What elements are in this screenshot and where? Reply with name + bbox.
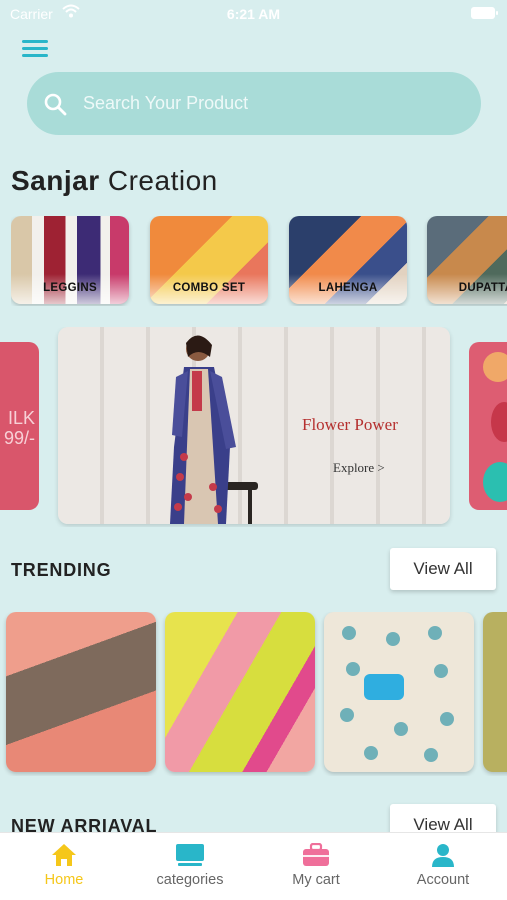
banner-decoration [483, 462, 507, 502]
category-label: COMBO SET [172, 282, 246, 294]
banner-slide-current[interactable]: Flower Power Explore > [58, 327, 450, 524]
category-card-lahenga[interactable]: LAHENGA [289, 216, 407, 304]
tab-home[interactable]: Home [1, 833, 127, 900]
brand-name-second: Creation [107, 165, 218, 196]
home-icon [52, 844, 76, 866]
product-card[interactable] [324, 612, 474, 772]
category-label: LAHENGA [318, 282, 378, 294]
product-card[interactable] [483, 612, 507, 772]
status-time: 6:21 AM [226, 6, 281, 22]
search-bar[interactable] [27, 72, 481, 135]
category-label: LEGGINS [43, 282, 97, 294]
product-card[interactable] [6, 612, 156, 772]
search-icon [44, 93, 67, 116]
category-card-dupatta[interactable]: DUPATTA [427, 216, 507, 304]
tab-label: categories [156, 872, 224, 888]
search-input[interactable] [83, 72, 463, 135]
banner-model-image [170, 335, 258, 524]
brand-title: Sanjar Creation [11, 165, 218, 197]
banner-explore-link[interactable]: Explore > [333, 460, 385, 476]
banner-slide-previous[interactable]: ILK 99/- [0, 342, 39, 510]
banner-promo-text: ILK 99/- [4, 408, 35, 448]
tab-categories[interactable]: categories [127, 833, 253, 900]
tab-account[interactable]: Account [380, 833, 506, 900]
tab-label: Home [44, 872, 84, 888]
account-icon [432, 844, 454, 867]
brand-name-first: Sanjar [11, 165, 100, 196]
tab-label: My cart [292, 872, 340, 888]
banner-carousel[interactable]: ILK 99/- Flower Power Explore > [0, 327, 507, 527]
tab-label: Account [416, 872, 470, 888]
banner-heading: Flower Power [302, 415, 398, 434]
category-label: DUPATTA [458, 282, 507, 294]
promo-line: 99/- [3, 428, 35, 448]
battery-icon [471, 7, 498, 19]
banner-slide-next[interactable] [469, 342, 507, 510]
trending-heading: TRENDING [11, 560, 112, 580]
trending-view-all-button[interactable]: View All [390, 548, 496, 590]
cart-icon [303, 843, 329, 866]
banner-decoration [483, 352, 507, 382]
status-bar: Carrier 6:21 AM [0, 0, 507, 28]
category-carousel[interactable]: LEGGINS COMBO SET LAHENGA DUPATTA [11, 216, 507, 306]
categories-icon [176, 844, 204, 866]
category-card-combo-set[interactable]: COMBO SET [150, 216, 268, 304]
category-card-leggins[interactable]: LEGGINS [11, 216, 129, 304]
trending-product-list[interactable] [0, 612, 507, 776]
banner-decoration [491, 402, 507, 442]
menu-icon[interactable] [22, 40, 48, 60]
tab-my-cart[interactable]: My cart [253, 833, 379, 900]
promo-line: ILK [7, 408, 35, 428]
bottom-tab-bar: Home categories My cart Account [0, 832, 507, 900]
product-card[interactable] [165, 612, 315, 772]
